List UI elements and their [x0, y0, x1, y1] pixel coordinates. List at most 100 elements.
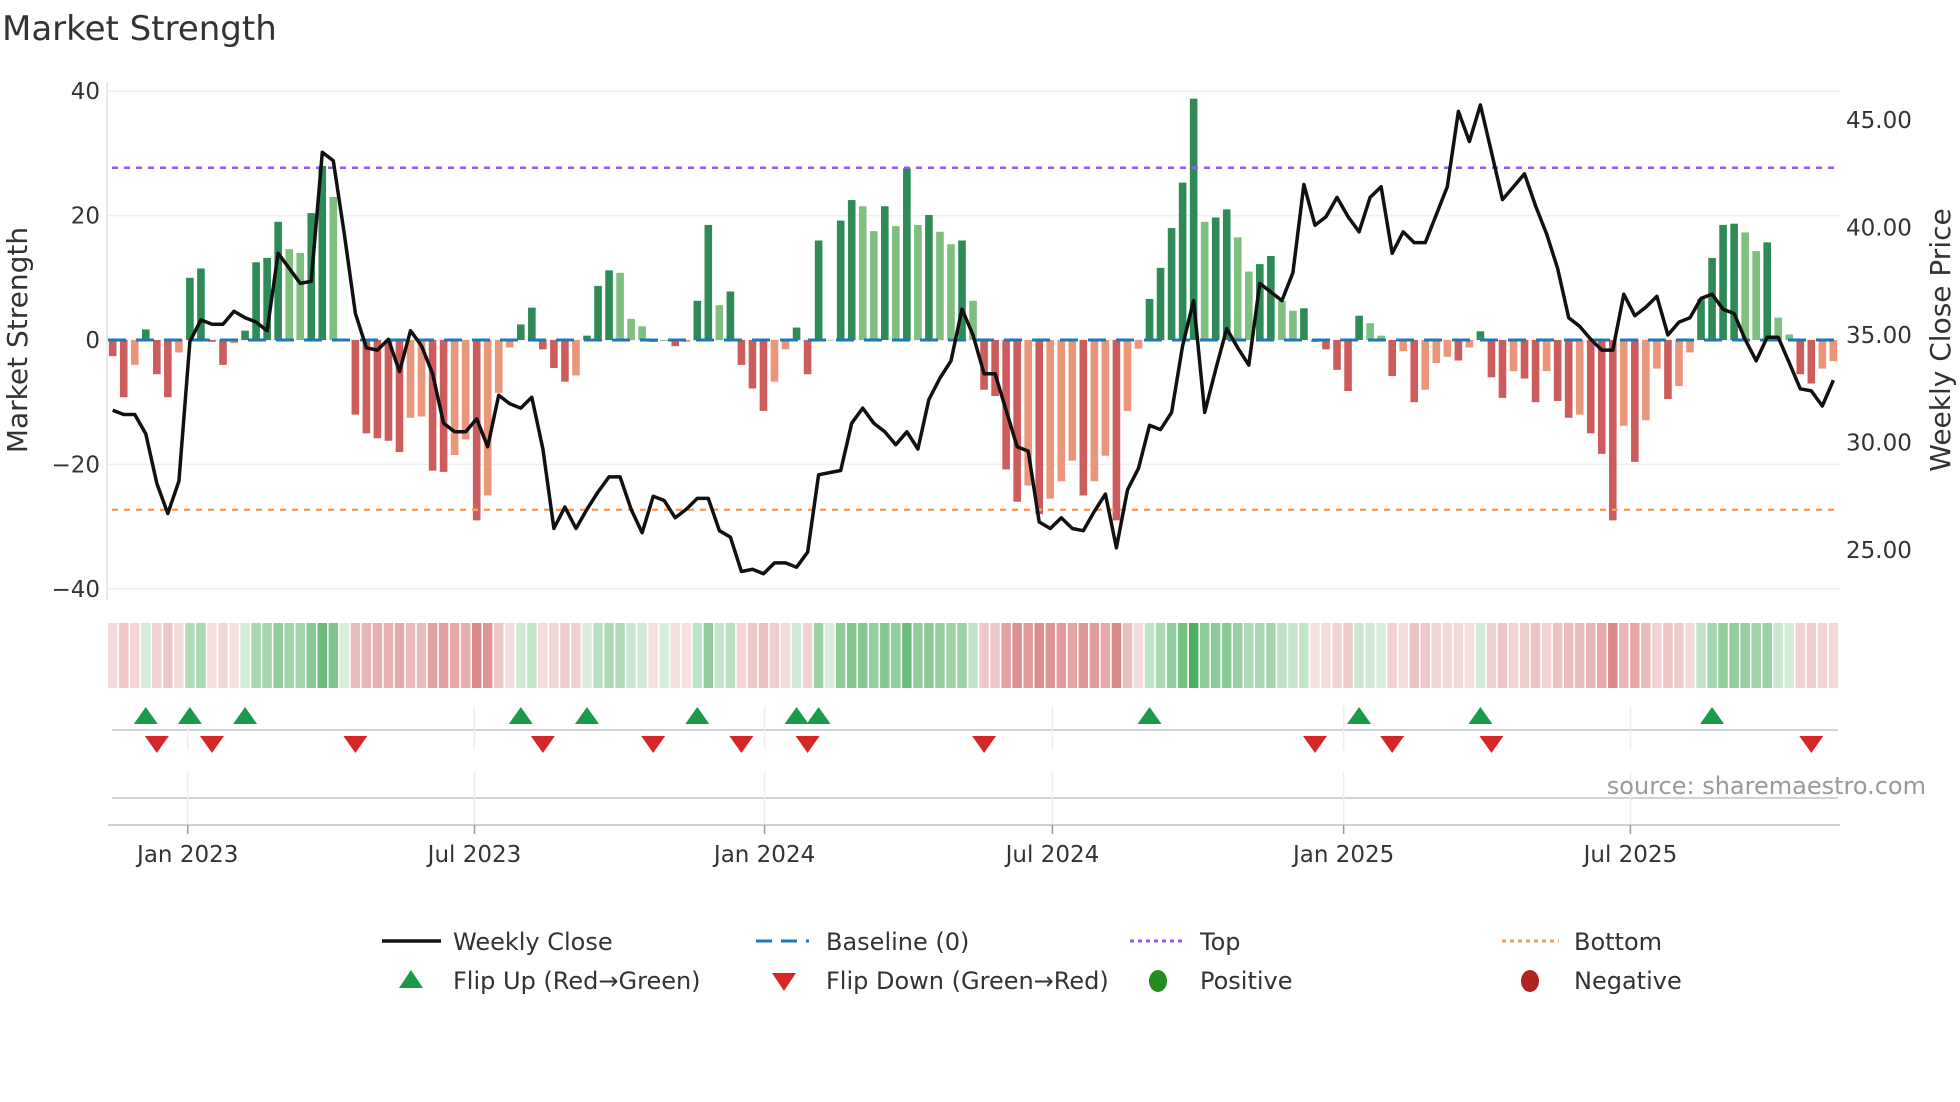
strength-bar-positive	[936, 231, 944, 340]
strength-bar-positive	[197, 268, 205, 340]
strength-bar-negative	[1432, 340, 1441, 364]
heat-cell	[582, 623, 592, 688]
flip-up-marker	[806, 707, 831, 724]
heat-cell	[1244, 623, 1254, 688]
heat-cell	[185, 623, 195, 688]
strength-bar-negative	[1642, 340, 1650, 421]
heat-cell	[196, 623, 206, 688]
heat-cell	[438, 623, 449, 688]
y2-axis-title: Weekly Close Price	[1924, 208, 1957, 471]
flip-down-marker	[795, 736, 820, 753]
heat-cell	[1321, 623, 1331, 688]
strength-bar-positive	[693, 300, 702, 340]
flip-markers	[112, 706, 1838, 825]
heat-cell	[1586, 623, 1596, 688]
strength-bar-negative	[1487, 340, 1496, 378]
heat-cell	[1519, 623, 1530, 688]
heat-cell	[328, 623, 339, 688]
heat-cell	[1574, 623, 1585, 688]
flip-down-marker	[1799, 736, 1824, 753]
heat-cell	[339, 623, 350, 688]
heat-cell	[1707, 623, 1717, 688]
heat-cell	[1751, 623, 1761, 688]
strength-bar-negative	[1542, 340, 1551, 372]
heat-cell	[1034, 623, 1044, 688]
heat-cell	[560, 623, 570, 688]
heat-cell	[1784, 623, 1794, 688]
flip-up-marker	[508, 707, 533, 724]
heat-cell	[1100, 623, 1111, 688]
positive-dot-icon	[1149, 970, 1167, 992]
y2-tick-label: 35.00	[1846, 323, 1912, 349]
heat-cell	[1233, 623, 1243, 688]
strength-bar-negative	[494, 340, 503, 393]
heat-cell	[174, 623, 184, 688]
flip-down-marker	[199, 736, 224, 753]
heat-cell	[1729, 623, 1739, 688]
heat-cell	[1718, 623, 1728, 688]
flip-up-marker	[177, 707, 202, 724]
heat-cell	[350, 623, 361, 688]
legend: Weekly Close Baseline (0) Top Bottom Fli…	[382, 928, 1682, 995]
strength-bar-positive	[186, 277, 194, 340]
flip-down-marker	[530, 736, 555, 753]
strength-bar-positive	[1289, 310, 1297, 340]
heat-cell	[924, 623, 934, 688]
strength-bar-positive	[252, 262, 260, 340]
strength-bar-negative	[737, 340, 746, 365]
heat-cell	[1376, 623, 1386, 688]
heat-cell	[1608, 623, 1618, 688]
strength-bar-negative	[1564, 340, 1573, 418]
strength-bar-negative	[461, 340, 470, 440]
heat-cell	[1266, 623, 1276, 688]
heat-cell	[471, 623, 482, 688]
heat-cell	[1563, 623, 1574, 688]
heat-cell	[615, 623, 625, 688]
x-tick-label: Jul 2023	[426, 842, 522, 868]
heat-cell	[1188, 623, 1199, 688]
strength-bar-negative	[351, 340, 360, 415]
heat-cell	[979, 623, 989, 688]
heat-cell	[1652, 623, 1662, 688]
heat-cell	[968, 623, 978, 688]
flip-up-marker	[1700, 707, 1725, 724]
heat-cell	[1552, 623, 1563, 688]
flip-down-marker	[641, 736, 666, 753]
heat-cell	[1464, 623, 1475, 688]
heat-cell	[427, 623, 438, 688]
strength-bar-positive	[1222, 209, 1231, 340]
strength-bar-positive	[1267, 256, 1275, 340]
heat-cell	[1442, 623, 1453, 688]
strength-bar-negative	[561, 340, 569, 382]
heat-cell	[1354, 623, 1364, 688]
strength-bar-negative	[1101, 340, 1110, 456]
strength-bar-positive	[594, 285, 602, 340]
strength-bar-negative	[1333, 340, 1341, 370]
heat-cell	[460, 623, 471, 688]
heat-cell	[494, 623, 504, 688]
heat-cell	[802, 623, 813, 688]
heat-cell	[1597, 623, 1607, 688]
strength-bar-negative	[1586, 340, 1595, 434]
heat-cell	[1056, 623, 1066, 688]
strength-bar-positive	[792, 327, 801, 340]
strength-bar-negative	[1653, 340, 1661, 369]
heat-cell	[240, 623, 250, 688]
y2-tick-label: 25.00	[1846, 538, 1912, 564]
strength-bar-negative	[803, 340, 812, 375]
strength-bar-negative	[1410, 340, 1419, 403]
strength-bar-positive	[296, 252, 305, 340]
heat-cell	[846, 623, 857, 688]
strength-bar-negative	[1046, 340, 1055, 499]
strength-bar-negative	[1686, 340, 1694, 353]
strength-bar-negative	[1090, 340, 1099, 482]
chart-title: Market Strength	[2, 9, 277, 49]
flip-up-marker	[685, 707, 710, 724]
heat-cell	[1806, 623, 1817, 688]
legend-weekly-close: Weekly Close	[453, 928, 613, 956]
heat-cell	[1023, 623, 1033, 688]
heat-cell	[317, 623, 327, 688]
heat-cell	[813, 623, 824, 688]
heat-cell	[902, 623, 912, 688]
strength-bar-negative	[1553, 340, 1562, 401]
